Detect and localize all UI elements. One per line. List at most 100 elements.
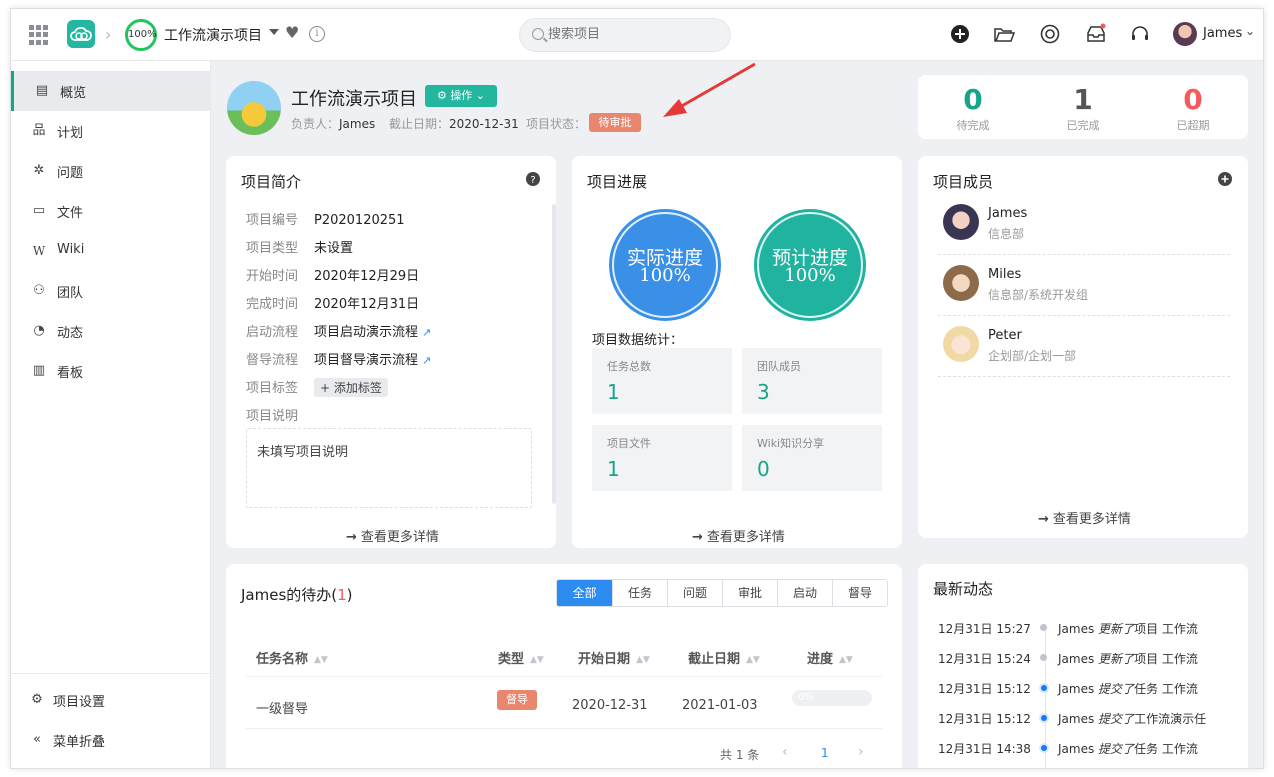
scrollbar[interactable] [552,204,556,504]
pager-next-icon[interactable]: › [858,744,864,760]
todo-title: James的待办(1) [241,586,353,604]
project-progress-card: 项目进展 实际进度 100% 预计进度 100% 项目数据统计： 任务总数 1 团… [572,156,902,548]
app-window: › 100% 工作流演示项目 ♥ i James ⌄ ▤ 概览 品 计划 [10,8,1264,769]
project-switcher[interactable]: 工作流演示项目 [164,25,262,45]
user-menu[interactable]: James ⌄ [1173,21,1256,49]
card-title: 项目简介 [241,173,302,191]
pager-page[interactable]: 1 [821,746,829,760]
members-card: 项目成员 James 信息部 Miles 信息部/系统开发组 Peter 企划部… [918,156,1248,538]
sidebar-footer: ⚙ 项目设置 « 菜单折叠 [11,673,211,750]
col-type[interactable]: 类型 ▲▼ [498,648,544,667]
heart-icon[interactable]: ♥ [285,23,299,42]
tab-supervise[interactable]: 督导 [832,580,887,606]
search-box[interactable] [519,18,731,52]
plan-icon: 品 [32,123,46,138]
more-details-link[interactable]: → 查看更多详情 [346,526,439,545]
member-item[interactable]: James 信息部 [938,194,1230,255]
collapse-menu-button[interactable]: « 菜单折叠 [11,720,211,756]
project-settings-button[interactable]: ⚙ 项目设置 [11,680,211,716]
gear-icon: ⚙ [31,692,43,707]
headset-icon[interactable] [1129,23,1151,45]
avatar [943,265,979,301]
arrow-right-icon: → [1038,512,1049,527]
add-circle-icon[interactable] [949,23,971,45]
sort-icon: ▲▼ [746,654,760,665]
stat-done-value: 1 [1073,83,1093,116]
due-meta: 截止日期：2020-12-31 [389,117,519,131]
help-lifebuoy-icon[interactable] [1039,23,1061,45]
caret-down-icon[interactable] [269,29,279,35]
field-supervise-flow: 督导流程 项目督导演示流程 ↗ [246,353,432,368]
info-icon[interactable]: i [309,26,325,42]
external-link-icon[interactable]: ↗ [422,354,431,367]
operations-button[interactable]: ⚙ 操作 ⌄ [425,85,497,107]
start-flow-link[interactable]: 项目启动演示流程 [314,325,418,340]
sidebar-item-overview[interactable]: ▤ 概览 [11,71,211,111]
todo-row-name[interactable]: 一级督导 [256,698,308,717]
double-chevron-left-icon: « [33,732,41,747]
tab-issue[interactable]: 问题 [667,580,722,606]
more-details-link[interactable]: → 查看更多详情 [692,526,785,545]
inbox-icon[interactable] [1085,23,1107,45]
tab-start[interactable]: 启动 [777,580,832,606]
help-icon[interactable]: ? [526,172,540,186]
sidebar-item-team[interactable]: ⚇ 团队 [11,271,211,311]
col-progress[interactable]: 进度 ▲▼ [807,648,853,667]
annotation-arrow-icon [663,62,756,117]
chevron-right-icon: › [105,25,112,44]
col-start[interactable]: 开始日期 ▲▼ [578,648,650,667]
description-box[interactable]: 未填写项目说明 [246,428,532,508]
tab-all[interactable]: 全部 [557,580,612,606]
col-end[interactable]: 截止日期 ▲▼ [688,648,760,667]
stats-card: 0 待完成 1 已完成 0 已超期 [918,75,1248,139]
todo-row-start: 2020-12-31 [572,698,648,713]
arrow-right-icon: → [346,530,357,545]
todo-card: James的待办(1) 全部 任务 问题 审批 启动 督导 任务名称 ▲▼ 类型 ▲… [226,564,902,768]
sort-icon: ▲▼ [636,654,650,665]
field-desc: 项目说明 [246,409,299,424]
field-end: 完成时间 2020年12月31日 [246,297,420,312]
sort-icon: ▲▼ [839,654,853,665]
stat-tasks: 任务总数 1 [592,348,732,414]
activity-card: 最新动态 12月31日 15:27 James 更新了项目 工作流 12月31日… [918,564,1248,768]
search-icon [532,28,544,40]
avatar [1173,22,1197,46]
divider [246,728,882,729]
external-link-icon[interactable]: ↗ [422,326,431,339]
stat-members: 团队成员 3 [742,348,882,414]
sidebar-item-files[interactable]: ▭ 文件 [11,191,211,231]
stat-pending-label: 待完成 [956,119,990,132]
sidebar-item-plan[interactable]: 品 计划 [11,111,211,151]
field-type: 项目类型 未设置 [246,241,354,256]
card-title: 项目进展 [587,173,648,191]
arrow-right-icon: → [692,530,703,545]
apps-grid-icon[interactable] [29,25,49,45]
tab-approval[interactable]: 审批 [722,580,777,606]
col-name[interactable]: 任务名称 ▲▼ [256,648,328,667]
todo-filter-tabs: 全部 任务 问题 审批 启动 督导 [556,579,888,607]
supervise-flow-link[interactable]: 项目督导演示流程 [314,353,418,368]
more-details-link[interactable]: → 查看更多详情 [1038,508,1131,527]
sidebar-item-activity[interactable]: ◔ 动态 [11,311,211,351]
member-item[interactable]: Miles 信息部/系统开发组 [938,255,1230,316]
member-item[interactable]: Peter 企划部/企划一部 [938,316,1230,377]
board-icon: ▥ [32,363,46,378]
actual-progress-circle: 实际进度 100% [609,209,721,321]
sidebar-item-wiki[interactable]: W Wiki [11,231,211,271]
add-member-icon[interactable] [1218,172,1232,186]
sidebar-item-issues[interactable]: ✲ 问题 [11,151,211,191]
sidebar-item-board[interactable]: ▥ 看板 [11,351,211,391]
team-icon: ⚇ [33,283,45,298]
avatar [943,204,979,240]
progress-ring: 100% [125,19,157,51]
cloud-logo-icon[interactable] [67,20,95,48]
folder-open-icon[interactable] [993,23,1015,45]
chevron-down-icon: ⌄ [1245,24,1256,38]
card-title: 最新动态 [933,580,994,598]
tab-task[interactable]: 任务 [612,580,667,606]
search-input[interactable] [548,27,718,42]
add-tag-button[interactable]: + 添加标签 [314,378,388,397]
status-label: 项目状态： [526,117,587,131]
stat-overdue-value: 0 [1183,83,1203,116]
pager-prev-icon[interactable]: ‹ [782,744,788,760]
